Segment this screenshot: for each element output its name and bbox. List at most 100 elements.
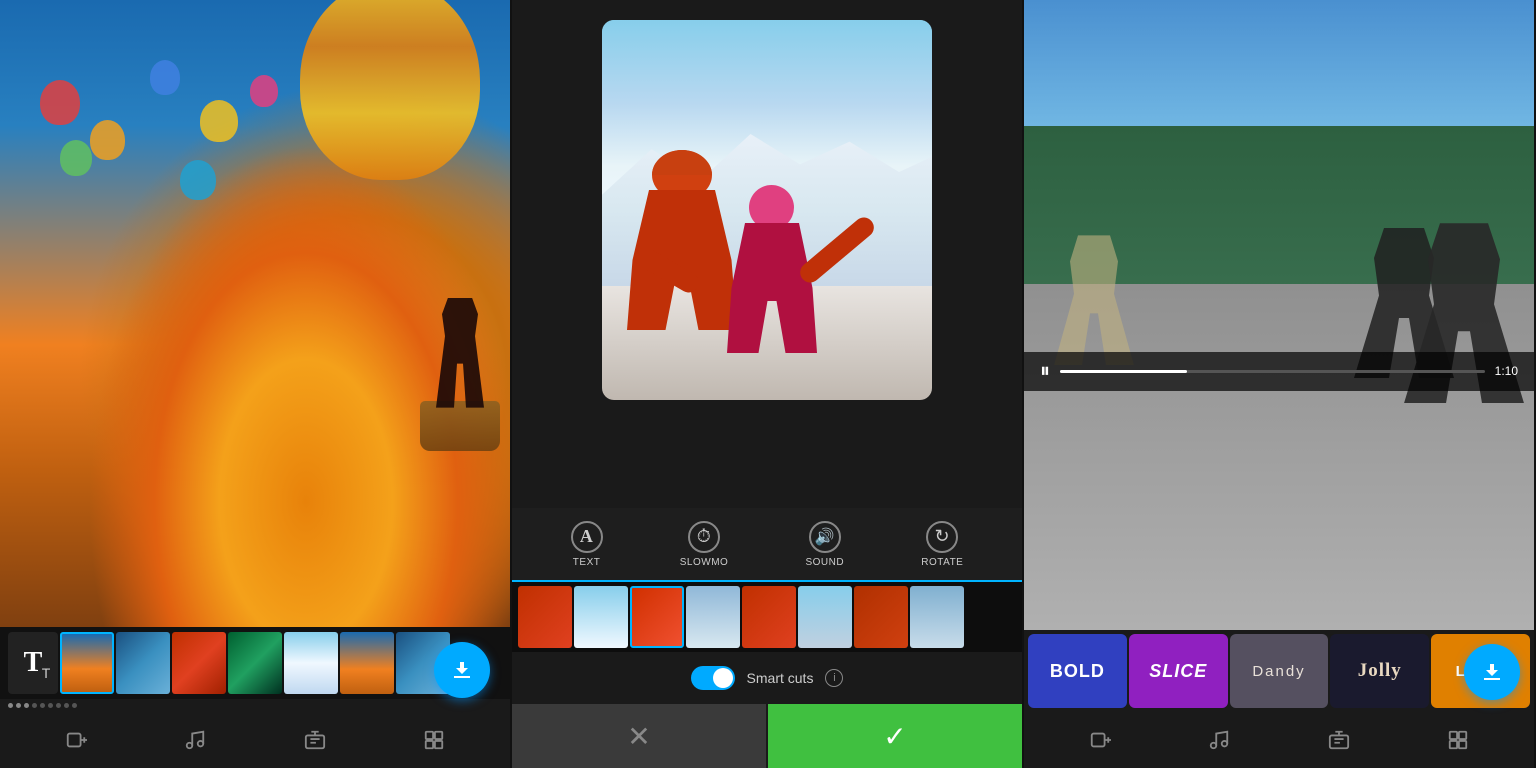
text-tool-label: TEXT (573, 557, 601, 568)
ski-thumb-3[interactable] (630, 586, 684, 648)
road-layer (1024, 284, 1534, 631)
ski-thumb-4[interactable] (686, 586, 740, 648)
dot-5 (40, 703, 45, 708)
dot-8 (64, 703, 69, 708)
panel2-timeline (512, 580, 1022, 652)
slowmo-icon: ⏱ (688, 521, 720, 553)
panel-ski: A TEXT ⏱ SLOWMO 🔊 SOUND ↻ ROTATE S (512, 0, 1024, 768)
theme-bold-card[interactable]: BOLD (1028, 634, 1127, 708)
thumb-4[interactable] (228, 632, 282, 694)
add-clip-icon (65, 729, 87, 751)
text-tool-T: T (24, 647, 43, 678)
panel-skate: ⏸ 1:10 BOLD SLICE Dandy Jolly LIGHT (1024, 0, 1536, 768)
thumb-3[interactable] (172, 632, 226, 694)
music-button[interactable] (184, 729, 206, 751)
tools-row: A TEXT ⏱ SLOWMO 🔊 SOUND ↻ ROTATE (512, 508, 1022, 580)
info-icon[interactable]: i (825, 669, 843, 687)
text-tool-T-sub: T (42, 665, 51, 681)
fab-button-1[interactable] (434, 642, 490, 698)
skier1-goggles-area (652, 150, 712, 175)
slowmo-tool-label: SLOWMO (680, 557, 729, 568)
ski-thumb-6[interactable] (798, 586, 852, 648)
panel3-bottom-toolbar (1024, 712, 1534, 768)
skate-background (1024, 0, 1534, 630)
ski-background (512, 0, 1022, 508)
theme-bold-label: BOLD (1050, 661, 1105, 682)
progress-fill (1060, 370, 1187, 373)
playback-bar: ⏸ 1:10 (1024, 352, 1534, 391)
dot-2 (16, 703, 21, 708)
confirm-button[interactable]: ✓ (768, 704, 1022, 768)
theme-jolly-label: Jolly (1358, 660, 1402, 682)
settings-button-3[interactable] (1447, 729, 1469, 751)
fab-download-icon (450, 658, 474, 682)
small-balloon-3 (150, 60, 180, 95)
text-tool-button[interactable]: A TEXT (571, 521, 603, 568)
theme-jolly-card[interactable]: Jolly (1330, 634, 1429, 708)
thumb-2[interactable] (116, 632, 170, 694)
dot-3 (24, 703, 29, 708)
dot-9 (72, 703, 77, 708)
rotate-tool-label: ROTATE (921, 557, 963, 568)
text-tool-icon[interactable]: T T (8, 632, 58, 694)
toggle-knob (713, 668, 733, 688)
dot-4 (32, 703, 37, 708)
small-balloon-4 (200, 100, 238, 142)
pause-icon[interactable]: ⏸ (1040, 360, 1050, 383)
settings-icon-3 (1447, 729, 1469, 751)
clips-icon (304, 729, 326, 751)
panel-balloon: T T (0, 0, 512, 768)
timeline-strip: T T (0, 627, 510, 699)
skier2-body (727, 223, 817, 353)
panel1-bottom-toolbar (0, 712, 510, 768)
ski-thumb-8[interactable] (910, 586, 964, 648)
smart-cuts-row: Smart cuts i (512, 652, 1022, 704)
smart-cuts-toggle[interactable] (691, 666, 735, 690)
theme-dandy-card[interactable]: Dandy (1230, 634, 1329, 708)
clips-button[interactable] (304, 729, 326, 751)
dot-6 (48, 703, 53, 708)
dot-7 (56, 703, 61, 708)
dot-1 (8, 703, 13, 708)
small-balloon-1 (40, 80, 80, 125)
clips-icon-3 (1328, 729, 1350, 751)
fab-download-icon-3 (1480, 660, 1504, 684)
ski-thumb-5[interactable] (742, 586, 796, 648)
smart-cuts-label: Smart cuts (747, 670, 814, 686)
cancel-button[interactable]: ✕ (512, 704, 766, 768)
balloon-scene (0, 0, 510, 627)
thumb-1[interactable] (60, 632, 114, 694)
theme-slice-card[interactable]: SLICE (1129, 634, 1228, 708)
music-icon (184, 729, 206, 751)
sound-icon: 🔊 (809, 521, 841, 553)
clips-button-3[interactable] (1328, 729, 1350, 751)
small-balloon-5 (60, 140, 92, 176)
balloon-preview (0, 0, 510, 627)
cancel-icon: ✕ (627, 720, 650, 753)
music-button-3[interactable] (1208, 729, 1230, 751)
rotate-tool-button[interactable]: ↻ ROTATE (921, 521, 963, 568)
ski-thumb-7[interactable] (854, 586, 908, 648)
thumb-5[interactable] (284, 632, 338, 694)
settings-button[interactable] (423, 729, 445, 751)
time-display: 1:10 (1495, 364, 1518, 378)
slowmo-tool-button[interactable]: ⏱ SLOWMO (680, 521, 729, 568)
sound-tool-button[interactable]: 🔊 SOUND (805, 521, 844, 568)
theme-slice-label: SLICE (1149, 661, 1207, 682)
ski-photo-frame (602, 20, 932, 400)
ski-thumb-2[interactable] (574, 586, 628, 648)
small-balloon-6 (250, 75, 278, 107)
skier-2 (722, 185, 822, 385)
rotate-icon: ↻ (926, 521, 958, 553)
small-balloon-7 (180, 160, 216, 200)
text-tool-circle-icon: A (571, 521, 603, 553)
ski-thumb-1[interactable] (518, 586, 572, 648)
dots-row (0, 699, 510, 712)
themes-row: BOLD SLICE Dandy Jolly LIGHT (1024, 630, 1534, 712)
basket (420, 401, 500, 451)
fab-button-3[interactable] (1464, 644, 1520, 700)
add-clip-button[interactable] (65, 729, 87, 751)
thumb-6[interactable] (340, 632, 394, 694)
progress-bar[interactable] (1060, 370, 1485, 373)
add-clip-button-3[interactable] (1089, 729, 1111, 751)
